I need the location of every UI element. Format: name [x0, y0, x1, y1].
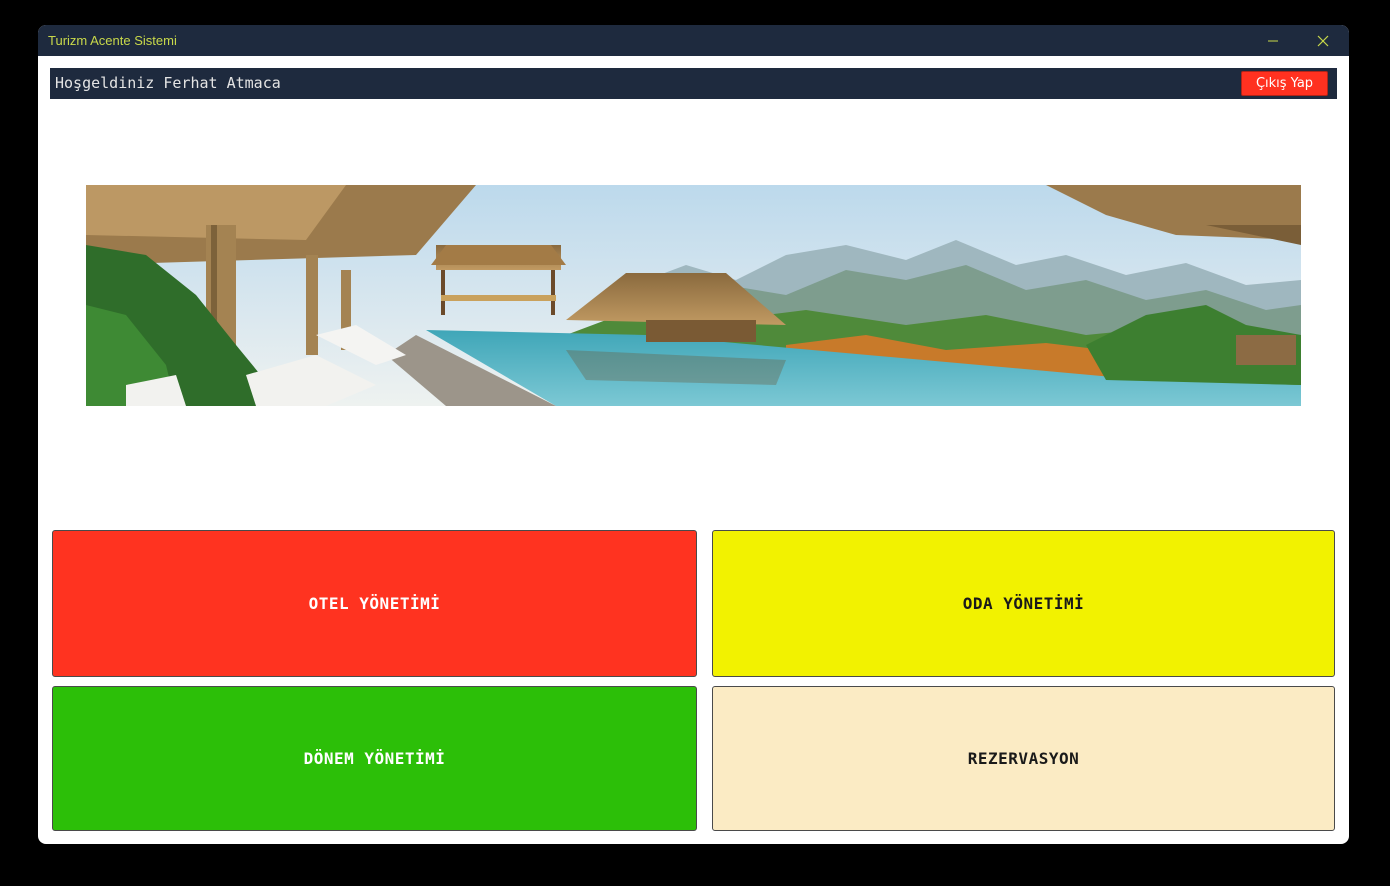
close-button[interactable] [1300, 25, 1346, 56]
season-management-button[interactable]: DÖNEM YÖNETİMİ [52, 686, 697, 831]
app-window: Turizm Acente Sistemi Hoşgeldiniz Ferhat… [38, 25, 1349, 844]
room-management-button[interactable]: ODA YÖNETİMİ [712, 530, 1335, 677]
resort-banner-image [86, 185, 1301, 406]
window-title: Turizm Acente Sistemi [48, 33, 177, 48]
close-icon [1317, 35, 1329, 46]
logout-button[interactable]: Çıkış Yap [1241, 71, 1328, 96]
welcome-text: Hoşgeldiniz Ferhat Atmaca [55, 74, 281, 92]
title-bar[interactable]: Turizm Acente Sistemi [38, 25, 1349, 56]
hotel-management-button[interactable]: OTEL YÖNETİMİ [52, 530, 697, 677]
user-header-bar: Hoşgeldiniz Ferhat Atmaca Çıkış Yap [50, 68, 1337, 99]
minimize-icon [1268, 40, 1278, 41]
minimize-button[interactable] [1250, 25, 1296, 56]
reservation-button[interactable]: REZERVASYON [712, 686, 1335, 831]
